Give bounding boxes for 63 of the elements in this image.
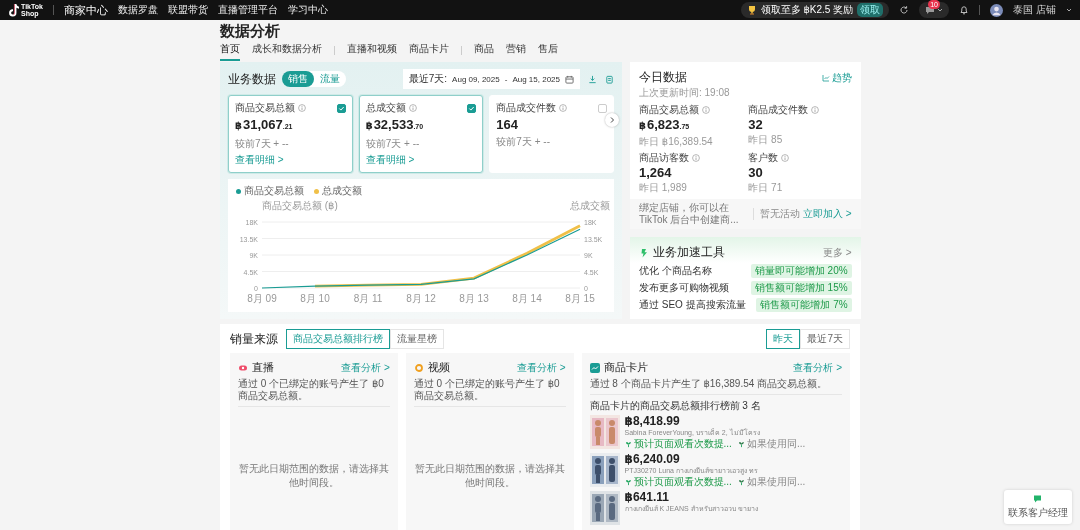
help-label: 联系客户经理 xyxy=(1008,506,1068,520)
summary-text: 通过 8 个商品卡片产生了 ฿16,389.54 商品交易总额。 xyxy=(589,378,829,390)
tick-label: 8月 14 xyxy=(512,293,542,304)
previous-value: 昨日 1,989 xyxy=(639,181,688,195)
start-date: Aug 09, 2025 xyxy=(452,74,500,84)
uplift-badge: 销量即可能增加 20% xyxy=(750,264,852,278)
tick-label: 8月 09 xyxy=(247,293,277,304)
tip-text: 预计页面观看次数提... xyxy=(633,438,732,450)
metric-value: 1,264 xyxy=(639,165,673,181)
product-price: ฿641.11 xyxy=(624,491,670,504)
page-title: 数据分析 xyxy=(220,21,281,41)
axis-title: 总成交额 xyxy=(570,200,610,211)
portal-title: 商家中心 xyxy=(63,2,108,18)
tick-label: 8月 12 xyxy=(406,293,436,304)
tip-text: 如果使用同... xyxy=(746,476,806,488)
metric-label: 商品访客数 xyxy=(639,151,689,165)
metric-value: 30 xyxy=(748,165,764,181)
legend-label: 商品交易总额 xyxy=(244,184,304,198)
ranking-title: 商品卡片的商品交易总额排行榜前 3 名 xyxy=(589,399,762,413)
uplift-badge: 销售额可能增加 7% xyxy=(756,298,852,312)
empty-message: 暂无此日期范围的数据，请选择其他时间段。 xyxy=(238,462,390,490)
source-title: 视频 xyxy=(427,360,450,375)
section-title: 业务数据 xyxy=(228,70,276,88)
comparison-text: 较前7天 + -- xyxy=(365,137,421,151)
product-price: ฿8,418.99 xyxy=(624,415,681,428)
date-preset: 最近7天: xyxy=(408,72,448,86)
metric-label: 商品成交件数 xyxy=(496,101,557,115)
metric-label: 商品交易总额 xyxy=(235,101,295,115)
legend-label: 总成交额 xyxy=(322,184,362,198)
metric-label: 商品交易总额 xyxy=(639,103,699,117)
reward-badge: 领取 xyxy=(857,3,884,17)
previous-value: 昨日 71 xyxy=(748,181,784,195)
tick-label: 8月 11 xyxy=(353,293,383,304)
activity-text: 暂无活动 xyxy=(760,207,800,221)
tip-text: 预计页面观看次数提... xyxy=(633,476,732,488)
notice-text: 绑定店铺，你可以在 TikTok 后台中创建商... xyxy=(639,202,740,226)
source-title: 商品卡片 xyxy=(603,360,648,375)
update-time: 上次更新时间: 19:08 xyxy=(639,86,731,100)
summary-text: 通过 0 个已绑定的账号产生了 ฿0 商品交易总额。 xyxy=(238,378,385,402)
section-title: 今日数据 xyxy=(639,69,687,86)
tick-label: 8月 13 xyxy=(459,293,489,304)
axis-title: 商品交易总额 (฿) xyxy=(262,200,338,211)
summary-text: 通过 0 个已绑定的账号产生了 ฿0 商品交易总额。 xyxy=(413,378,561,402)
product-price: ฿6,240.09 xyxy=(624,453,681,466)
comparison-text: 较前7天 + -- xyxy=(235,137,290,151)
date-separator: - xyxy=(504,74,508,84)
metric-label: 客户数 xyxy=(748,151,779,165)
metric-value: 164 xyxy=(496,117,520,133)
section-title: 业务加速工具 xyxy=(653,244,725,261)
empty-message: 暂无此日期范围的数据，请选择其他时间段。 xyxy=(413,462,566,490)
previous-value: 昨日 ฿16,389.54 xyxy=(639,135,714,149)
metric-label: 总成交额 xyxy=(365,101,406,115)
tick-label: 8月 15 xyxy=(565,293,595,304)
metric-label: 商品成交件数 xyxy=(748,103,809,117)
uplift-badge: 销售额可能增加 15% xyxy=(750,281,852,295)
comparison-text: 较前7天 + -- xyxy=(496,135,551,149)
tip-text: 如果使用同... xyxy=(746,438,806,450)
metric-value: 32 xyxy=(748,117,764,133)
source-title: 直播 xyxy=(252,360,274,375)
section-title: 销量来源 xyxy=(230,330,278,348)
tick-label: 8月 10 xyxy=(300,293,330,304)
end-date: Aug 15, 2025 xyxy=(512,74,560,84)
previous-value: 昨日 85 xyxy=(748,133,784,147)
